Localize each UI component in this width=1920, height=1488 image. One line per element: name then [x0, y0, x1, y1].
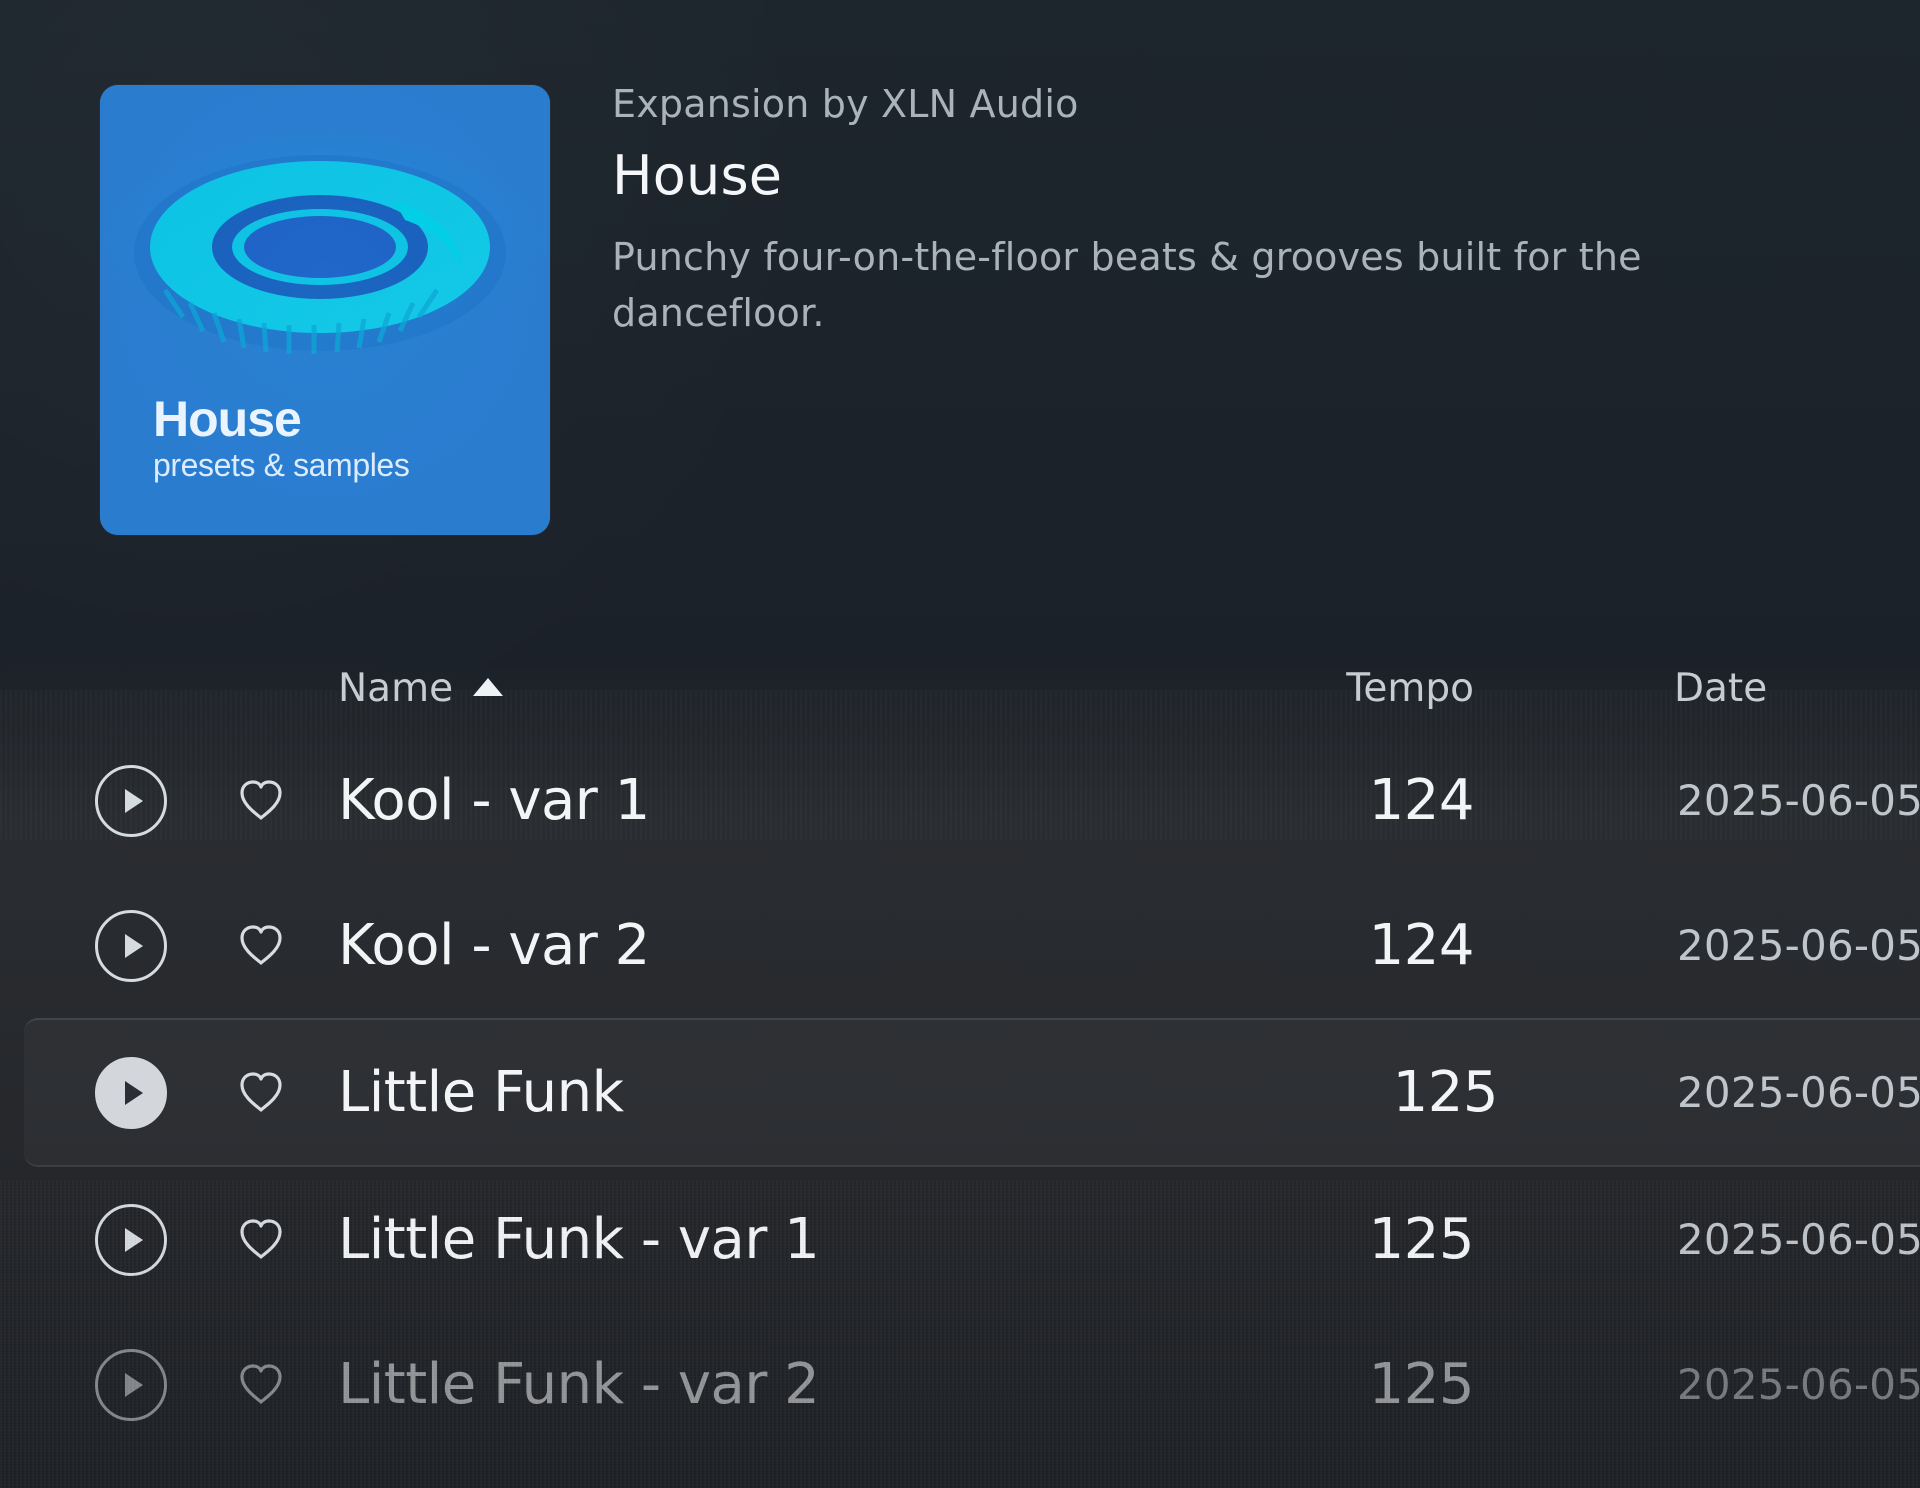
- heart-outline-icon: [240, 925, 282, 965]
- sort-up-icon: [473, 678, 504, 696]
- expansion-header: House presets & samples Expansion by XLN…: [0, 0, 1920, 660]
- track-name[interactable]: Little Funk - var 1: [338, 1167, 820, 1312]
- play-button[interactable]: [95, 910, 167, 982]
- heart-outline-icon: [240, 1364, 282, 1404]
- play-button[interactable]: [95, 1349, 167, 1421]
- track-date: 2025-06-05: [1677, 1360, 1920, 1409]
- play-icon: [124, 1081, 143, 1105]
- tempo-column-label: Tempo: [1346, 665, 1474, 711]
- track-row[interactable]: Kool - var 2 124 2025-06-05: [0, 873, 1920, 1018]
- tempo-column-header[interactable]: Tempo: [1346, 653, 1474, 723]
- track-tempo: 124: [1368, 768, 1475, 833]
- track-tempo: 125: [1368, 1207, 1475, 1272]
- track-name[interactable]: Kool - var 2: [338, 873, 650, 1018]
- play-button[interactable]: [95, 1204, 167, 1276]
- expansion-info: Expansion by XLN Audio House Punchy four…: [612, 82, 1712, 341]
- favorite-button[interactable]: [233, 1211, 289, 1267]
- expansion-browser: House presets & samples Expansion by XLN…: [0, 0, 1920, 1488]
- favorite-button[interactable]: [233, 1064, 289, 1120]
- expansion-meta-line: Expansion by XLN Audio: [612, 82, 1079, 126]
- expansion-title: House: [612, 143, 783, 207]
- name-column-header[interactable]: Name: [338, 653, 504, 723]
- expansion-artwork: House presets & samples: [100, 85, 550, 535]
- heart-outline-icon: [240, 1072, 282, 1112]
- name-column-label: Name: [338, 665, 454, 711]
- track-date: 2025-06-05: [1677, 921, 1920, 970]
- play-button[interactable]: [95, 1057, 167, 1129]
- heart-outline-icon: [240, 1219, 282, 1259]
- favorite-button[interactable]: [233, 1356, 289, 1412]
- track-name[interactable]: Little Funk - var 2: [338, 1312, 820, 1457]
- expansion-description: Punchy four-on-the-floor beats & grooves…: [612, 234, 1642, 336]
- track-date: 2025-06-05: [1677, 1068, 1920, 1117]
- track-date: 2025-06-05: [1677, 1215, 1920, 1264]
- track-name[interactable]: Kool - var 1: [338, 728, 650, 873]
- track-name[interactable]: Little Funk: [338, 1020, 624, 1165]
- play-button[interactable]: [95, 765, 167, 837]
- play-icon: [124, 1228, 143, 1252]
- track-row-selected[interactable]: Little Funk 125 2025-06-05: [24, 1018, 1920, 1167]
- play-icon: [124, 789, 143, 813]
- favorite-button[interactable]: [233, 917, 289, 973]
- date-column-header[interactable]: Date: [1674, 653, 1767, 723]
- track-row[interactable]: Little Funk - var 2 125 2025-06-05: [0, 1312, 1920, 1457]
- artwork-subtitle: presets & samples: [153, 447, 410, 483]
- track-tempo: 125: [1368, 1352, 1475, 1417]
- track-tempo: 124: [1368, 913, 1475, 978]
- heart-outline-icon: [240, 780, 282, 820]
- track-date: 2025-06-05: [1677, 776, 1920, 825]
- date-column-label: Date: [1674, 665, 1768, 711]
- track-table-header: Name Tempo Date: [0, 653, 1920, 723]
- track-list: Kool - var 1 124 2025-06-05 Kool - var 2…: [0, 728, 1920, 1457]
- track-tempo: 125: [1392, 1060, 1499, 1125]
- artwork-title: House: [153, 391, 302, 447]
- track-row[interactable]: Little Funk - var 1 125 2025-06-05: [0, 1167, 1920, 1312]
- play-icon: [124, 1373, 143, 1397]
- play-icon: [124, 934, 143, 958]
- favorite-button[interactable]: [233, 772, 289, 828]
- track-row[interactable]: Kool - var 1 124 2025-06-05: [0, 728, 1920, 873]
